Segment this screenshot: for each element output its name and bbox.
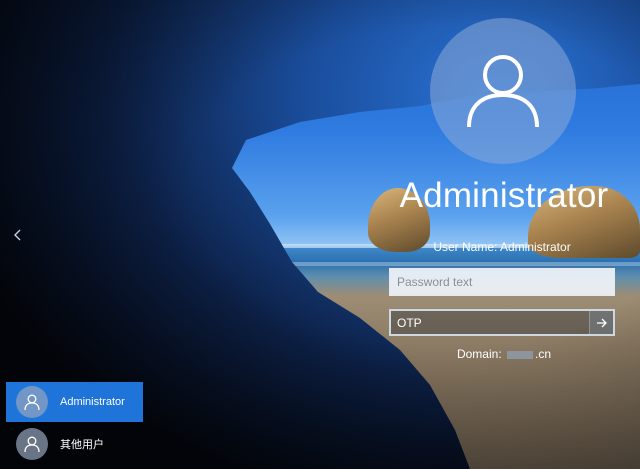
domain-suffix: .cn	[535, 347, 552, 361]
domain-redaction	[507, 350, 533, 359]
user-icon	[16, 428, 48, 460]
wave-line	[232, 262, 640, 266]
user-icon	[16, 386, 48, 418]
domain-line: Domain: .cn	[388, 347, 620, 361]
otp-field	[389, 309, 615, 336]
domain-label: Domain:	[456, 347, 502, 361]
otp-input[interactable]	[391, 311, 589, 334]
account-name-title: Administrator	[399, 176, 609, 215]
user-tile-label: Administrator	[60, 396, 125, 408]
submit-button[interactable]	[589, 311, 613, 334]
username-label: User Name:	[433, 240, 498, 254]
password-input[interactable]	[389, 268, 615, 296]
chevron-left-icon[interactable]	[14, 229, 22, 243]
arrow-right-icon	[596, 318, 607, 327]
user-icon	[467, 55, 539, 128]
user-avatar	[430, 18, 576, 164]
user-tile-administrator[interactable]: Administrator	[6, 382, 143, 422]
user-tile-label: 其他用户	[60, 439, 104, 451]
user-tile-other-user[interactable]: 其他用户	[6, 424, 143, 464]
username-value: Administrator	[500, 240, 571, 254]
username-line: User Name: Administrator	[388, 240, 616, 254]
lock-screen: Administrator User Name: Administrator D…	[0, 0, 640, 469]
